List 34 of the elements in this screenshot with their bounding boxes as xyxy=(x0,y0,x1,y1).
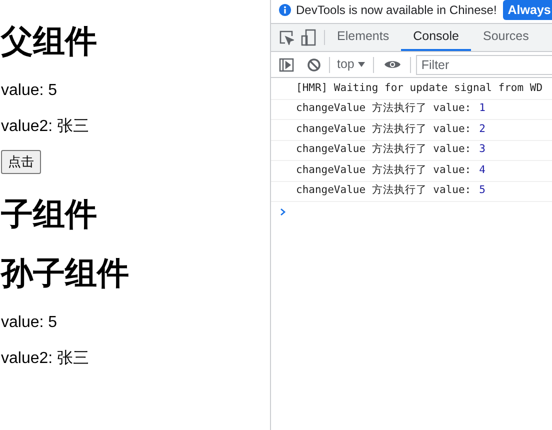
devtools-tab[interactable]: Elements xyxy=(325,24,402,51)
device-icon[interactable] xyxy=(301,29,316,46)
value-text: value2: 张三 xyxy=(1,348,90,368)
console-message: changeValue 方法执行了 value: xyxy=(296,122,472,137)
clear-icon[interactable] xyxy=(307,58,321,72)
banner-text: DevTools is now available in Chinese! xyxy=(296,2,497,19)
console-value: 2 xyxy=(479,122,486,137)
inspect-icon[interactable] xyxy=(279,30,294,45)
console-message: [HMR] Waiting for update signal from WD xyxy=(296,80,543,96)
dropdown-icon xyxy=(358,62,366,67)
console-value: 3 xyxy=(479,142,486,158)
page-heading: 父组件 xyxy=(1,22,97,60)
devtools-tab[interactable]: Sources xyxy=(470,24,541,51)
devtools-tab[interactable]: Console xyxy=(401,24,471,51)
value-text: value: 5 xyxy=(1,312,58,332)
click-button[interactable]: 点击 xyxy=(1,150,41,174)
filter-field[interactable]: Filter xyxy=(416,54,552,74)
console-value: 5 xyxy=(479,183,486,198)
console-message: changeValue 方法执行了 value: xyxy=(296,142,472,158)
eye-icon[interactable] xyxy=(384,59,402,70)
value-text: value2: 张三 xyxy=(1,117,90,137)
page-heading: 孙子组件 xyxy=(1,254,129,292)
console-message: changeValue 方法执行了 value: xyxy=(296,183,472,198)
console-message: changeValue 方法执行了 value: xyxy=(296,101,472,116)
console-value: 4 xyxy=(479,162,486,178)
console-value: 1 xyxy=(479,101,486,116)
console-message: changeValue 方法执行了 value: xyxy=(296,162,472,178)
sidebar-toggle-icon[interactable] xyxy=(279,58,294,72)
value-text: value: 5 xyxy=(1,81,58,101)
context-selector[interactable]: top xyxy=(337,55,366,74)
page-heading: 子组件 xyxy=(1,194,97,232)
always-button[interactable]: Always xyxy=(502,0,552,20)
prompt-icon[interactable] xyxy=(280,208,286,216)
info-icon xyxy=(279,4,291,16)
